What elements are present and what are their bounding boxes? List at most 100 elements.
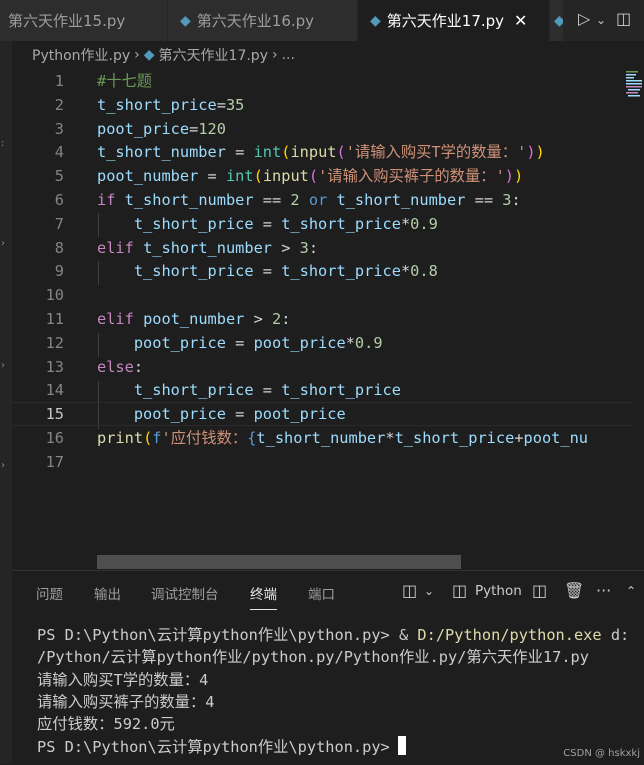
terminal-cursor — [397, 735, 406, 755]
tab-ports[interactable]: 端口 — [308, 583, 335, 603]
code-token: 0.9 — [410, 214, 438, 233]
chevron-down-icon[interactable]: ⌄ — [424, 584, 434, 598]
close-icon[interactable]: ✕ — [514, 11, 527, 30]
code-token: ) — [504, 167, 514, 186]
line-number: 11 — [45, 310, 64, 328]
breadcrumb-file[interactable]: 第六天作业17.py — [159, 45, 268, 65]
code-text: t_short_price = t_short_price*0.9 — [97, 212, 438, 236]
new-terminal-split-icon[interactable]: ◫ — [402, 581, 417, 600]
code-token: t_short_number — [256, 429, 386, 447]
tab-problems[interactable]: 问题 — [36, 583, 63, 603]
watermark: CSDN @ hskxkj — [563, 748, 640, 759]
tab-debug-console[interactable]: 调试控制台 — [151, 583, 219, 603]
minimap[interactable] — [624, 69, 644, 109]
line-number: 8 — [54, 238, 64, 257]
code-token: t_short_price — [281, 262, 401, 281]
code-token: poot_price — [97, 119, 190, 138]
code-token: t_short_number — [143, 238, 272, 257]
code-token: = — [225, 143, 254, 162]
code-text: print(f'应付钱数：{t_short_number*t_short_pri… — [97, 426, 588, 450]
horizontal-scrollbar[interactable] — [97, 555, 461, 569]
line-number: 3 — [54, 119, 64, 138]
code-token: t_short_price — [133, 214, 254, 233]
terminal-shell-label[interactable]: Python — [475, 583, 522, 599]
split-terminal-icon[interactable]: ◫ — [532, 581, 547, 600]
more-actions-icon[interactable]: ··· — [596, 581, 611, 600]
code-editor[interactable]: 1 #十七题 2 t_short_price=35 3 poot_price=120 4 t_… — [12, 69, 644, 569]
code-token: poot_price — [253, 405, 346, 424]
tab-overflow[interactable]: ◆ — [550, 0, 564, 41]
code-token: * — [345, 333, 355, 352]
collapsed-chevron-icon[interactable]: › — [1, 238, 5, 249]
split-editor-icon[interactable]: ◫ — [616, 9, 631, 28]
tab-file-15[interactable]: 第六天作业15.py — [0, 0, 168, 41]
chevron-down-icon[interactable]: ⌄ — [596, 13, 606, 27]
run-icon[interactable]: ▷ — [578, 9, 590, 28]
line-number: 7 — [54, 214, 64, 233]
code-token: == — [253, 191, 291, 209]
breadcrumb: Python作业.py › ◆ 第六天作业17.py › ... — [12, 41, 644, 69]
line-number: 12 — [45, 333, 64, 352]
code-token: + — [514, 429, 524, 447]
terminal-line: 请输入购买裤子的数量：4 — [37, 690, 214, 712]
python-file-icon: ◆ — [370, 12, 381, 29]
code-token: poot_price — [253, 333, 346, 352]
code-text: elif t_short_number > 3: — [97, 236, 318, 260]
terminal-text: 请输入购买T学的数量：4 — [37, 670, 209, 689]
python-file-icon: ◆ — [143, 47, 155, 63]
code-token: : — [281, 310, 291, 328]
line-number: 4 — [54, 143, 64, 162]
tab-file-17[interactable]: ◆ 第六天作业17.py ✕ — [358, 0, 550, 41]
line-number: 13 — [45, 357, 64, 376]
chevron-right-icon: › — [134, 47, 140, 63]
code-text: t_short_price = t_short_price*0.8 — [97, 259, 438, 283]
code-text: #十七题 — [97, 69, 152, 93]
line-number: 9 — [54, 262, 64, 281]
tab-file-16[interactable]: ◆ 第六天作业16.py — [168, 0, 358, 41]
code-token: ) — [535, 143, 545, 162]
code-token: = — [253, 381, 282, 400]
terminal-line: PS D:\Python\云计算python作业\python.py> — [37, 735, 406, 757]
line-number: 17 — [45, 452, 64, 471]
code-token: = — [216, 95, 226, 114]
code-token: = — [225, 405, 254, 424]
code-token: > — [244, 310, 273, 328]
code-token: elif — [97, 310, 134, 328]
code-token: poot_nu — [523, 429, 588, 447]
line-number: 1 — [54, 72, 64, 90]
code-token: poot_number — [97, 167, 199, 186]
terminal-text: 应付钱数：592.0元 — [37, 715, 175, 734]
code-token: int — [225, 167, 254, 186]
breadcrumb-folder[interactable]: Python作业.py — [32, 45, 130, 65]
code-text: t_short_price = t_short_price — [97, 378, 401, 402]
code-token: int — [253, 143, 282, 162]
chevron-up-icon[interactable]: ⌃ — [626, 584, 636, 598]
code-token: or — [308, 191, 328, 209]
code-token: * — [400, 214, 411, 233]
line-number: 14 — [45, 381, 64, 400]
code-token: 0.9 — [354, 333, 383, 352]
code-token: '应付钱数： — [161, 429, 248, 447]
code-token: poot_price — [133, 333, 226, 352]
tab-output[interactable]: 输出 — [94, 583, 121, 603]
tab-label: 第六天作业16.py — [196, 12, 315, 30]
trash-icon[interactable]: 🗑 — [564, 581, 584, 600]
terminal-text: PS D:\Python\云计算python作业\python.py> & — [37, 626, 418, 644]
code-token: t_short_number — [97, 143, 226, 162]
code-token: input — [290, 143, 337, 162]
code-token: '请输入购买T学的数量：' — [345, 143, 527, 162]
breadcrumb-symbol[interactable]: ... — [282, 47, 295, 63]
code-text: elif poot_number > 2: — [97, 307, 290, 331]
code-text: t_short_price=35 — [97, 93, 244, 117]
collapsed-chevron-icon[interactable]: › — [1, 360, 5, 371]
terminal-text: D:/Python/python.exe — [417, 626, 602, 644]
tab-terminal[interactable]: 终端 — [250, 583, 277, 610]
terminal-icon: ◫ — [452, 581, 468, 600]
code-text: poot_price = poot_price*0.9 — [97, 331, 383, 355]
collapsed-chevron-icon[interactable]: › — [1, 460, 5, 471]
python-file-icon: ◆ — [180, 12, 191, 29]
